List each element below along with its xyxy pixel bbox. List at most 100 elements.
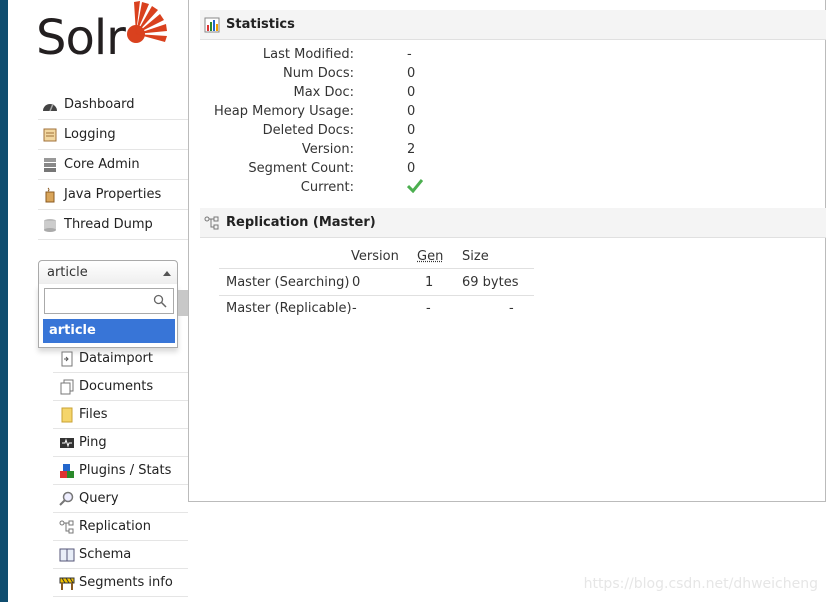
nav-java-properties-label: Java Properties	[64, 187, 162, 202]
core-nav-plugins[interactable]: Plugins / Stats	[53, 457, 188, 485]
col-gen[interactable]: Gen	[417, 249, 443, 264]
row-size: -	[509, 301, 514, 316]
core-nav-replication[interactable]: Replication	[53, 513, 188, 541]
thread-dump-icon	[42, 217, 58, 233]
row-name: Master (Searching)	[226, 275, 350, 290]
logging-icon	[42, 127, 58, 143]
stat-last-modified: Last Modified: -	[189, 47, 589, 66]
stat-num-docs: Num Docs: 0	[189, 66, 589, 85]
segments-icon	[59, 575, 75, 591]
stat-label: Heap Memory Usage:	[213, 104, 354, 119]
statistics-header: Statistics	[200, 10, 826, 40]
core-nav-documents[interactable]: Documents	[53, 373, 188, 401]
stat-segment-count: Segment Count: 0	[189, 161, 589, 180]
replication-header: Replication (Master)	[200, 208, 826, 238]
main-panel: Statistics Last Modified: - Num Docs: 0 …	[188, 0, 826, 502]
row-gen: 1	[425, 275, 434, 290]
stat-value: 0	[407, 161, 416, 176]
row-divider	[219, 268, 534, 269]
stat-value: 2	[407, 142, 416, 157]
logo-text: Solr	[36, 10, 126, 66]
logo-rays-icon	[127, 1, 167, 43]
nav-logging[interactable]: Logging	[38, 120, 188, 150]
core-nav-dataimport[interactable]: Dataimport	[53, 345, 188, 373]
documents-icon	[59, 379, 75, 395]
row-divider	[219, 295, 534, 296]
stat-deleted-docs: Deleted Docs: 0	[189, 123, 589, 142]
row-name: Master (Replicable)	[226, 301, 352, 316]
core-selector-value: article	[47, 265, 88, 280]
core-nav-query[interactable]: Query	[53, 485, 188, 513]
dataimport-icon	[59, 351, 75, 367]
replication-title: Replication (Master)	[226, 215, 376, 230]
caret-up-icon	[163, 271, 171, 276]
core-nav-label: Query	[79, 491, 119, 506]
stat-label: Max Doc:	[293, 85, 355, 100]
nav-thread-dump-label: Thread Dump	[64, 217, 153, 232]
watermark: https://blog.csdn.net/dhweicheng	[583, 576, 818, 592]
core-nav-files[interactable]: Files	[53, 401, 188, 429]
core-menu-indicator	[178, 290, 188, 316]
core-dropdown: article	[38, 284, 178, 348]
core-search-input[interactable]	[44, 288, 174, 314]
core-nav-label: Replication	[79, 519, 151, 534]
main-nav: Dashboard Logging Core Admin Java Proper…	[38, 90, 188, 240]
ping-icon	[59, 435, 75, 451]
core-admin-icon	[42, 157, 58, 173]
core-nav-label: Schema	[79, 547, 132, 562]
col-size: Size	[462, 249, 489, 264]
nav-core-admin-label: Core Admin	[64, 157, 140, 172]
stat-label: Num Docs:	[282, 66, 354, 81]
schema-icon	[59, 547, 75, 563]
core-option[interactable]: article	[43, 319, 175, 343]
core-nav-schema[interactable]: Schema	[53, 541, 188, 569]
plugins-icon	[59, 463, 75, 479]
stat-label: Segment Count:	[248, 161, 354, 176]
core-nav-label: Ping	[79, 435, 107, 450]
col-version: Version	[351, 249, 399, 264]
core-selector[interactable]: article	[38, 260, 178, 285]
nav-core-admin[interactable]: Core Admin	[38, 150, 188, 180]
left-edge-strip	[0, 0, 8, 602]
core-nav: Dataimport Documents Files Ping Plugins …	[53, 345, 188, 597]
java-icon	[42, 187, 58, 203]
stat-value: 0	[407, 104, 416, 119]
stat-version: Version: 2	[189, 142, 589, 161]
stat-value: 0	[407, 66, 416, 81]
files-icon	[59, 407, 75, 423]
core-nav-ping[interactable]: Ping	[53, 429, 188, 457]
row-version: 0	[352, 275, 361, 290]
core-nav-label: Plugins / Stats	[79, 463, 172, 478]
search-icon	[153, 294, 167, 312]
stat-label: Current:	[300, 180, 354, 195]
stat-heap-memory: Heap Memory Usage: 0	[189, 104, 589, 123]
stat-label: Deleted Docs:	[262, 123, 354, 138]
stat-label: Last Modified:	[262, 47, 354, 62]
nav-dashboard[interactable]: Dashboard	[38, 90, 188, 120]
core-nav-label: Dataimport	[79, 351, 153, 366]
stat-value: 0	[407, 85, 416, 100]
query-icon	[59, 491, 75, 507]
replication-icon	[204, 215, 220, 231]
stat-value: -	[407, 47, 412, 62]
row-gen: -	[426, 301, 431, 316]
nav-dashboard-label: Dashboard	[64, 97, 135, 112]
replication-icon	[59, 519, 75, 535]
bar-chart-icon	[204, 17, 220, 33]
core-nav-label: Segments info	[79, 575, 173, 590]
row-version: -	[352, 301, 357, 316]
statistics-title: Statistics	[226, 17, 295, 32]
row-size: 69 bytes	[462, 275, 519, 290]
core-nav-label: Files	[79, 407, 108, 422]
core-nav-label: Documents	[79, 379, 154, 394]
nav-java-properties[interactable]: Java Properties	[38, 180, 188, 210]
solr-logo[interactable]: Solr	[36, 0, 176, 70]
stat-max-doc: Max Doc: 0	[189, 85, 589, 104]
stat-current: Current:	[189, 179, 589, 199]
checkmark-icon	[406, 179, 424, 197]
nav-thread-dump[interactable]: Thread Dump	[38, 210, 188, 240]
dashboard-icon	[42, 97, 58, 113]
stat-label: Version:	[301, 142, 354, 157]
core-nav-segments[interactable]: Segments info	[53, 569, 188, 597]
nav-logging-label: Logging	[64, 127, 116, 142]
